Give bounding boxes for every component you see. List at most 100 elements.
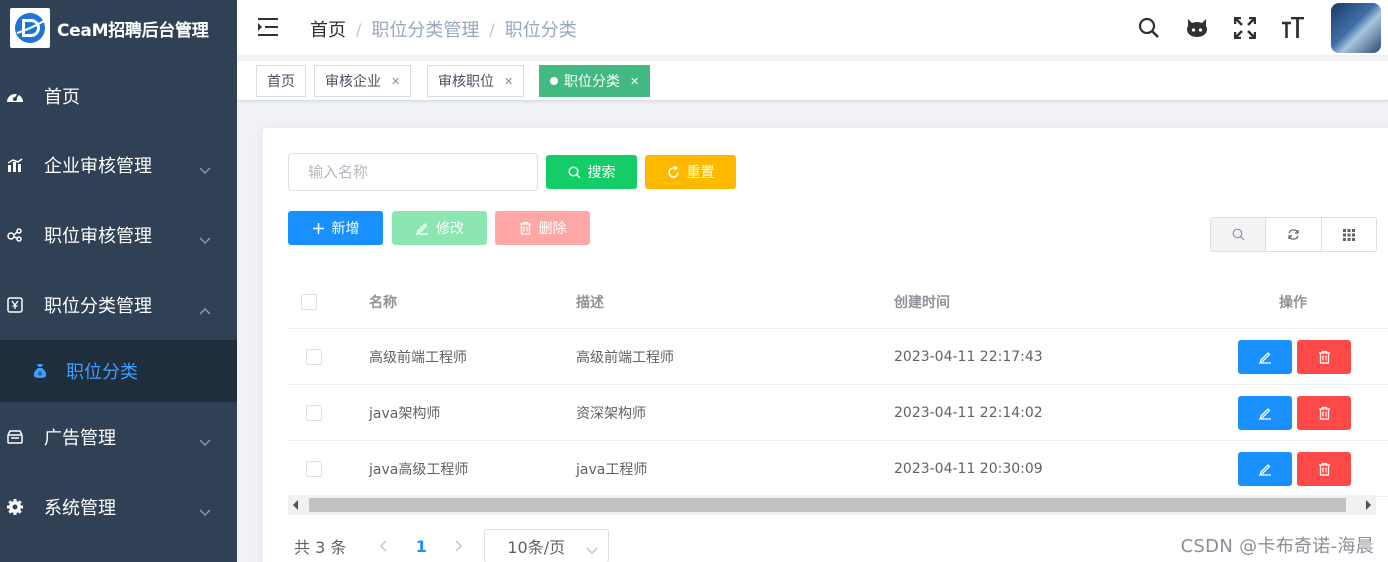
close-icon[interactable]: ✕ [391,75,400,88]
row-delete-button[interactable] [1297,340,1351,374]
edit-button[interactable]: 修改 [392,211,487,245]
table-header: 名称 描述 创建时间 操作 [288,275,1388,329]
sidebar-item-home[interactable]: 首页 [0,68,237,124]
row-delete-button[interactable] [1297,396,1351,430]
scrollbar-thumb[interactable] [309,498,1346,512]
row-edit-button[interactable] [1238,452,1292,486]
table-row: java架构师 资深架构师 2023-04-11 22:14:02 [288,385,1388,441]
logo[interactable]: CeaM招聘后台管理 [0,0,237,56]
tag-label: 审核职位 [438,74,494,90]
edit-icon [1259,408,1271,420]
cell-desc: java工程师 [576,461,648,478]
navbar: 首页 / 职位分类管理 / 职位分类 [237,0,1388,56]
sidebar-subitem-job-category[interactable]: ¥ 职位分类 [0,340,237,402]
sidebar-item-job-category[interactable]: 职位分类管理 [0,277,237,333]
delete-button[interactable]: 删除 [495,211,590,245]
edit-icon [1259,352,1271,364]
edit-icon [1259,464,1271,476]
trash-icon [519,221,532,235]
search-icon [567,165,581,179]
avatar[interactable] [1331,3,1381,53]
close-icon[interactable]: ✕ [630,75,639,88]
active-dot-icon [550,77,558,85]
add-button-label: 新增 [331,221,360,237]
grid-icon [1342,228,1355,241]
breadcrumb: 首页 / 职位分类管理 / 职位分类 [310,16,577,42]
sidebar-item-label: 职位审核管理 [44,226,152,247]
svg-text:¥: ¥ [38,370,43,378]
github-icon[interactable] [1185,16,1209,40]
sidebar-item-company-audit[interactable]: 企业审核管理 [0,137,237,193]
sidebar-item-ads[interactable]: 广告管理 [0,409,237,465]
pagination-total: 共 3 条 [294,538,347,557]
scroll-left-icon[interactable] [293,500,298,510]
sidebar-item-job-audit[interactable]: 职位审核管理 [0,207,237,263]
add-button[interactable]: 新增 [288,211,383,245]
edit-icon [415,221,429,235]
scroll-right-icon[interactable] [1366,500,1371,510]
search-icon [1232,228,1245,241]
page-number[interactable]: 1 [403,537,439,556]
hamburger-icon[interactable] [257,17,279,41]
tag-job-audit[interactable]: 审核职位 ✕ [427,65,525,97]
sidebar: CeaM招聘后台管理 首页 企业审核管理 职位审核管理 职位分类管理 ¥ 职位分… [0,0,237,562]
sidebar-item-label: 广告管理 [44,428,116,449]
search-icon[interactable] [1137,16,1161,40]
money-bag-icon: ¥ [32,363,48,379]
row-checkbox[interactable] [306,329,322,384]
gear-icon [6,498,24,516]
chart-icon [6,156,24,174]
header-desc: 描述 [576,294,604,311]
page-size-value: 10条/页 [507,538,566,557]
breadcrumb-item: 职位分类管理 [371,20,480,41]
tag-company-audit[interactable]: 审核企业 ✕ [314,65,412,97]
select-all-checkbox[interactable] [301,275,317,328]
font-size-icon[interactable] [1281,16,1305,40]
columns-button[interactable] [1322,218,1376,251]
sidebar-item-label: 系统管理 [44,498,116,519]
search-button[interactable]: 搜索 [546,155,637,189]
refresh-icon [667,165,680,179]
chevron-down-icon [199,501,211,522]
logo-icon [10,8,50,48]
cell-time: 2023-04-11 20:30:09 [894,460,1043,477]
table-row: java高级工程师 java工程师 2023-04-11 20:30:09 [288,441,1388,497]
header-actions: 操作 [1279,294,1307,311]
next-page-icon[interactable] [444,540,474,552]
header-time: 创建时间 [894,294,950,311]
header-name: 名称 [369,294,397,311]
row-edit-button[interactable] [1238,340,1292,374]
toggle-search-button[interactable] [1211,218,1267,251]
chevron-up-icon [199,299,211,320]
tag-label: 首页 [267,74,295,90]
cell-name: 高级前端工程师 [369,349,467,366]
sidebar-item-label: 首页 [44,87,80,108]
delete-button-label: 删除 [538,221,567,237]
sidebar-item-system[interactable]: 系统管理 [0,479,237,535]
reset-button[interactable]: 重置 [645,155,736,189]
breadcrumb-home[interactable]: 首页 [310,16,346,42]
close-icon[interactable]: ✕ [504,75,513,88]
row-edit-button[interactable] [1238,396,1292,430]
pagination: 共 3 条 1 10条/页 [294,528,610,562]
sidebar-item-label: 职位分类管理 [44,296,152,317]
cell-desc: 资深架构师 [576,405,646,422]
tag-job-category[interactable]: 职位分类 ✕ [539,65,651,97]
share-icon [6,226,24,244]
row-delete-button[interactable] [1297,452,1351,486]
chevron-down-icon [586,540,598,559]
horizontal-scrollbar[interactable] [288,495,1376,515]
search-input[interactable] [288,153,538,191]
breadcrumb-current: 职位分类 [504,20,577,41]
page-size-select[interactable]: 10条/页 [484,529,610,562]
fullscreen-icon[interactable] [1233,16,1257,40]
row-checkbox[interactable] [306,385,322,440]
trash-icon [1318,462,1330,476]
edit-button-label: 修改 [436,221,464,237]
row-checkbox[interactable] [306,441,322,496]
prev-page-icon[interactable] [368,540,398,552]
refresh-button[interactable] [1266,218,1322,251]
tag-home[interactable]: 首页 [256,65,306,97]
table-row: 高级前端工程师 高级前端工程师 2023-04-11 22:17:43 [288,329,1388,385]
trash-icon [1318,406,1330,420]
